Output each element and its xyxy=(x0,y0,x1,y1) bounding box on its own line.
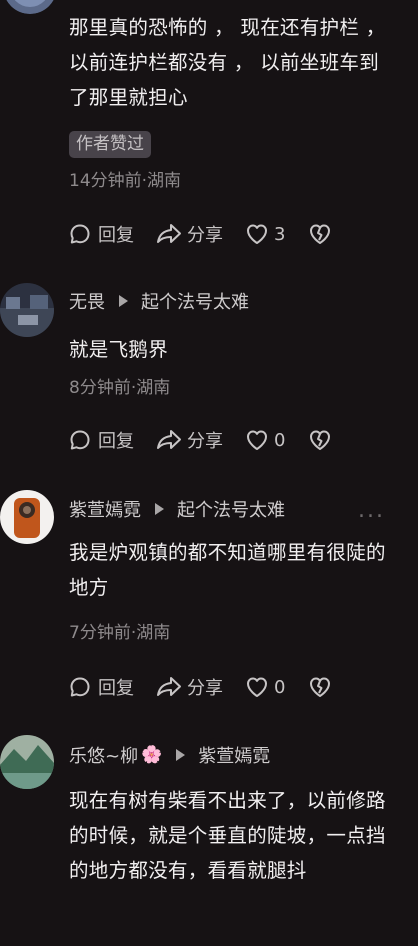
dislike-button[interactable] xyxy=(307,675,333,699)
avatar[interactable] xyxy=(0,490,54,544)
like-count: 0 xyxy=(274,676,286,698)
share-button[interactable]: 分享 xyxy=(155,221,223,247)
share-button[interactable]: 分享 xyxy=(155,674,223,700)
comment-text: 就是飞鹅界 xyxy=(69,338,169,361)
comment-text: 现在有树有柴看不出来了，以前修路的时候，就是个垂直的陡坡，一点挡的地方都没有，看… xyxy=(69,789,386,882)
share-arrow-icon xyxy=(155,675,183,699)
avatar[interactable] xyxy=(3,0,57,14)
heart-icon xyxy=(244,675,270,699)
share-label: 分享 xyxy=(187,225,223,246)
share-button[interactable]: 分享 xyxy=(155,427,223,453)
comment-text: 那里真的恐怖的 ， 现在还有护栏 ， 以前连护栏都没有 ， 以前坐班车到了那里就… xyxy=(69,16,386,109)
heart-icon xyxy=(244,222,270,246)
reply-button[interactable]: 回复 xyxy=(68,221,134,247)
dislike-button[interactable] xyxy=(307,428,333,452)
share-arrow-icon xyxy=(155,428,183,452)
reply-button[interactable]: 回复 xyxy=(68,674,134,700)
share-label: 分享 xyxy=(187,678,223,699)
like-count: 0 xyxy=(274,429,286,451)
share-arrow-icon xyxy=(155,222,183,246)
like-count: 3 xyxy=(274,223,286,245)
reply-arrow-icon xyxy=(155,503,164,515)
comment-meta: 14分钟前·湖南 xyxy=(69,171,182,191)
author-liked-badge: 作者赞过 xyxy=(69,131,151,158)
broken-heart-icon xyxy=(307,428,333,452)
like-button[interactable]: 0 xyxy=(244,428,285,452)
comment-bubble-icon xyxy=(68,675,92,699)
author-row: 无畏 起个法号太难 xyxy=(69,288,249,314)
author-name[interactable]: 无畏 xyxy=(69,288,105,314)
reply-label: 回复 xyxy=(98,431,134,452)
author-name[interactable]: 乐悠~柳 xyxy=(69,742,138,768)
avatar[interactable] xyxy=(0,735,54,789)
broken-heart-icon xyxy=(307,222,333,246)
comment-bubble-icon xyxy=(68,428,92,452)
comment-actions: 回复 分享 0 xyxy=(68,426,333,454)
reply-button[interactable]: 回复 xyxy=(68,427,134,453)
reply-to-name[interactable]: 起个法号太难 xyxy=(141,288,249,314)
heart-icon xyxy=(244,428,270,452)
author-row: 紫萱嫣霓 起个法号太难 xyxy=(69,496,285,522)
avatar[interactable] xyxy=(0,283,54,337)
comment-meta: 7分钟前·湖南 xyxy=(69,623,171,643)
comment-item: 那里真的恐怖的 ， 现在还有护栏 ， 以前连护栏都没有 ， 以前坐班车到了那里就… xyxy=(0,0,418,260)
dislike-button[interactable] xyxy=(307,222,333,246)
flower-emoji: 🌸 xyxy=(141,745,163,765)
like-button[interactable]: 3 xyxy=(244,222,285,246)
comment-text: 我是炉观镇的都不知道哪里有很陡的地方 xyxy=(69,541,386,599)
reply-to-name[interactable]: 紫萱嫣霓 xyxy=(198,742,270,768)
comment-actions: 回复 分享 3 xyxy=(68,220,333,248)
comment-meta: 8分钟前·湖南 xyxy=(69,378,171,398)
comment-item: 无畏 起个法号太难 就是飞鹅界 8分钟前·湖南 回复 分享 0 xyxy=(0,280,418,480)
share-label: 分享 xyxy=(187,431,223,452)
broken-heart-icon xyxy=(307,675,333,699)
author-name[interactable]: 紫萱嫣霓 xyxy=(69,496,141,522)
comment-bubble-icon xyxy=(68,222,92,246)
comment-item: 乐悠~柳 🌸 紫萱嫣霓 现在有树有柴看不出来了，以前修路的时候，就是个垂直的陡坡… xyxy=(0,735,418,946)
comment-item: 紫萱嫣霓 起个法号太难 ... 我是炉观镇的都不知道哪里有很陡的地方 7分钟前·… xyxy=(0,490,418,720)
like-button[interactable]: 0 xyxy=(244,675,285,699)
reply-arrow-icon xyxy=(119,295,128,307)
author-row: 乐悠~柳 🌸 紫萱嫣霓 xyxy=(69,742,270,768)
more-options-icon[interactable]: ... xyxy=(358,498,385,523)
reply-to-name[interactable]: 起个法号太难 xyxy=(177,496,285,522)
reply-label: 回复 xyxy=(98,225,134,246)
reply-arrow-icon xyxy=(176,749,186,761)
reply-label: 回复 xyxy=(98,678,134,699)
comment-actions: 回复 分享 0 xyxy=(68,673,333,701)
